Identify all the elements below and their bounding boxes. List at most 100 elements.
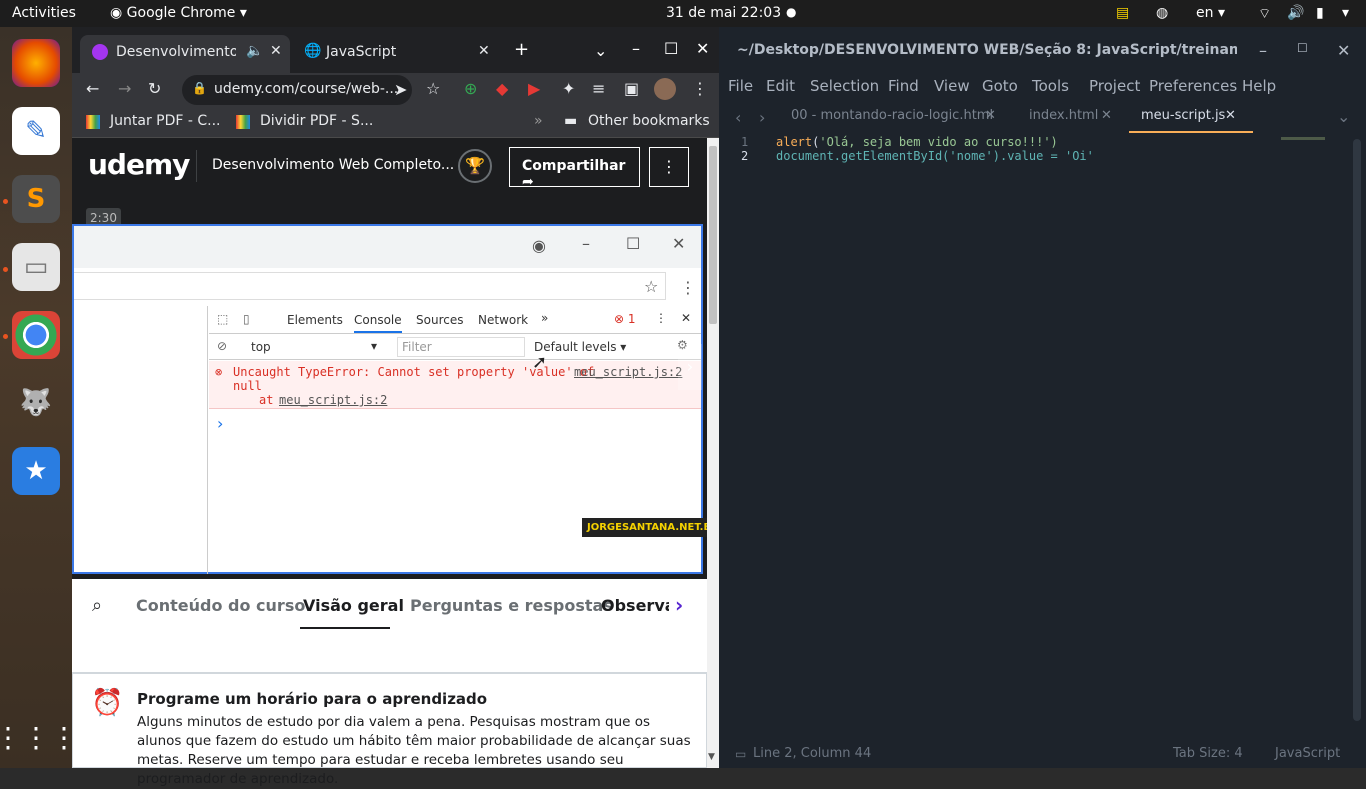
close-icon[interactable]: ✕ [696, 39, 709, 58]
tab-notes[interactable]: Observaç [601, 596, 669, 615]
panel-toggle-icon[interactable]: ▭ [735, 747, 746, 761]
back-icon[interactable]: ← [86, 79, 99, 98]
clock[interactable]: 31 de mai 22:03 [666, 5, 781, 21]
chrome-icon[interactable] [12, 311, 60, 359]
scroll-down-icon[interactable]: ▼ [708, 752, 715, 762]
devtools-tab-sources[interactable]: Sources [416, 313, 463, 327]
files-icon[interactable]: ▭ [12, 243, 60, 291]
tab-size[interactable]: Tab Size: 4 [1173, 746, 1243, 761]
devtools-tab-elements[interactable]: Elements [287, 313, 343, 327]
tab-close-icon[interactable]: ✕ [270, 43, 282, 59]
editor-tab[interactable]: index.html ✕ [1019, 101, 1123, 133]
extension-plus-icon[interactable]: ⊕ [464, 79, 477, 98]
firefox-icon[interactable] [12, 39, 60, 87]
notes-icon[interactable]: ▤ [1116, 5, 1129, 21]
context-select[interactable]: top [251, 340, 271, 354]
error-icon: ⊗ [215, 365, 223, 379]
udemy-logo[interactable]: udemy [88, 148, 190, 181]
other-bookmarks[interactable]: Other bookmarks [588, 113, 710, 129]
menu-file[interactable]: File [728, 77, 753, 95]
activities-button[interactable]: Activities [12, 5, 76, 21]
tab-audio-icon[interactable]: 🔈 [246, 43, 263, 59]
network-indicator-icon[interactable]: ◍ [1156, 5, 1168, 21]
tab-prev-icon[interactable]: ‹ [735, 108, 741, 127]
tab-overview[interactable]: Visão geral [303, 596, 404, 615]
reload-icon[interactable]: ↻ [148, 79, 161, 98]
scrollbar-thumb[interactable] [709, 146, 717, 324]
menu-selection[interactable]: Selection [810, 77, 879, 95]
side-panel-icon[interactable]: ▣ [624, 79, 639, 98]
prev-lecture-icon[interactable]: ‹ [76, 344, 100, 390]
sublime-maximize-icon[interactable]: ☐ [1297, 41, 1308, 55]
new-tab-icon[interactable]: + [514, 39, 529, 60]
tabs-next-chevron-icon[interactable]: › [675, 593, 683, 617]
tab-udemy[interactable]: Desenvolvimento 🔈 ✕ [80, 35, 290, 73]
volume-icon[interactable]: 🔊 [1287, 5, 1304, 21]
minimap[interactable] [1281, 137, 1325, 140]
more-tabs-icon: » [541, 311, 549, 325]
tab-javascript[interactable]: 🌐 JavaScript ✕ [294, 35, 494, 73]
sublime-minimize-icon[interactable]: – [1259, 41, 1267, 60]
bookmark-item[interactable]: Dividir PDF - S... [260, 113, 373, 129]
extensions-puzzle-icon[interactable]: ✦ [562, 79, 575, 98]
trophy-icon[interactable]: 🏆 [458, 149, 492, 183]
menu-tools[interactable]: Tools [1032, 77, 1069, 95]
filter-input[interactable]: Filter [397, 337, 525, 357]
input-language[interactable]: en ▾ [1196, 5, 1225, 21]
menu-help[interactable]: Help [1242, 77, 1276, 95]
tab-qa[interactable]: Perguntas e respostas [410, 596, 613, 615]
app-icon[interactable]: ★ [12, 447, 60, 495]
error-source-link[interactable]: meu_script.js:2 [574, 365, 682, 379]
levels-select[interactable]: Default levels ▾ [534, 340, 626, 354]
error-stack-link[interactable]: meu_script.js:2 [279, 393, 387, 407]
video-player[interactable]: 2:30 ◉ – ☐ ✕ ☆ ⋮ ⬚ ▯ Elements Console So… [72, 194, 707, 579]
syntax-selector[interactable]: JavaScript [1275, 746, 1340, 761]
wifi-icon[interactable]: ⌔ [1258, 5, 1271, 23]
system-menu-chevron-icon[interactable]: ▾ [1342, 5, 1349, 21]
editor-scrollbar[interactable] [1353, 139, 1361, 721]
course-title[interactable]: Desenvolvimento Web Completo... [212, 157, 454, 173]
tab-course-content[interactable]: Conteúdo do curso [136, 596, 305, 615]
editor-tab[interactable]: 00 - montando-racio-logic.html ✕ [781, 101, 1005, 133]
active-tab-underline [300, 627, 390, 629]
devtools-tab-console[interactable]: Console [354, 313, 402, 333]
extension-icon[interactable]: ◆ [496, 79, 508, 98]
address-bar[interactable]: 🔒 udemy.com/course/web-... [182, 75, 412, 105]
battery-icon[interactable]: ▮ [1316, 5, 1324, 21]
tab-search-chevron-icon[interactable]: ⌄ [594, 41, 607, 60]
tab-close-icon[interactable]: ✕ [478, 43, 490, 59]
next-lecture-icon[interactable]: › [678, 344, 702, 390]
tab-next-icon[interactable]: › [759, 108, 765, 127]
devtools-tab-network[interactable]: Network [478, 313, 528, 327]
editor-tab-active[interactable]: meu-script.js ✕ [1129, 101, 1253, 133]
menu-view[interactable]: View [934, 77, 970, 95]
menu-goto[interactable]: Goto [982, 77, 1018, 95]
maximize-icon[interactable]: ☐ [664, 39, 678, 58]
more-options-icon[interactable]: ⋮ [649, 147, 689, 187]
extension-video-icon[interactable]: ▶ [528, 79, 540, 98]
sublime-text-icon[interactable]: S [12, 175, 60, 223]
bookmark-item[interactable]: Juntar PDF - C... [110, 113, 221, 129]
menu-edit[interactable]: Edit [766, 77, 795, 95]
sublime-close-icon[interactable]: ✕ [1337, 41, 1350, 60]
forward-icon[interactable]: → [118, 79, 131, 98]
bookmarks-overflow-icon[interactable]: » [534, 113, 543, 129]
chrome-menu-icon[interactable]: ⋮ [692, 79, 708, 98]
share-button[interactable]: Compartilhar ➦ [509, 147, 640, 190]
alarm-clock-icon: ⏰ [91, 688, 124, 718]
minimize-icon[interactable]: – [632, 39, 640, 58]
tab-list-chevron-icon[interactable]: ⌄ [1337, 107, 1350, 126]
avatar[interactable] [654, 78, 676, 100]
app-menu[interactable]: ◉ Google Chrome ▾ [110, 5, 247, 21]
gimp-icon[interactable]: 🐺 [12, 379, 60, 427]
text-editor-icon[interactable]: ✎ [12, 107, 60, 155]
media-control-icon[interactable]: ≡ [592, 79, 605, 98]
menu-find[interactable]: Find [888, 77, 919, 95]
search-icon[interactable]: ⌕ [92, 595, 102, 616]
menu-preferences[interactable]: Preferences [1149, 77, 1237, 95]
send-icon[interactable]: ➤ [394, 80, 407, 99]
menu-project[interactable]: Project [1089, 77, 1140, 95]
page-scrollbar[interactable]: ▼ [707, 138, 719, 768]
bookmark-star-icon[interactable]: ☆ [426, 79, 440, 98]
show-apps-icon[interactable]: ⋮⋮⋮ [0, 713, 78, 761]
